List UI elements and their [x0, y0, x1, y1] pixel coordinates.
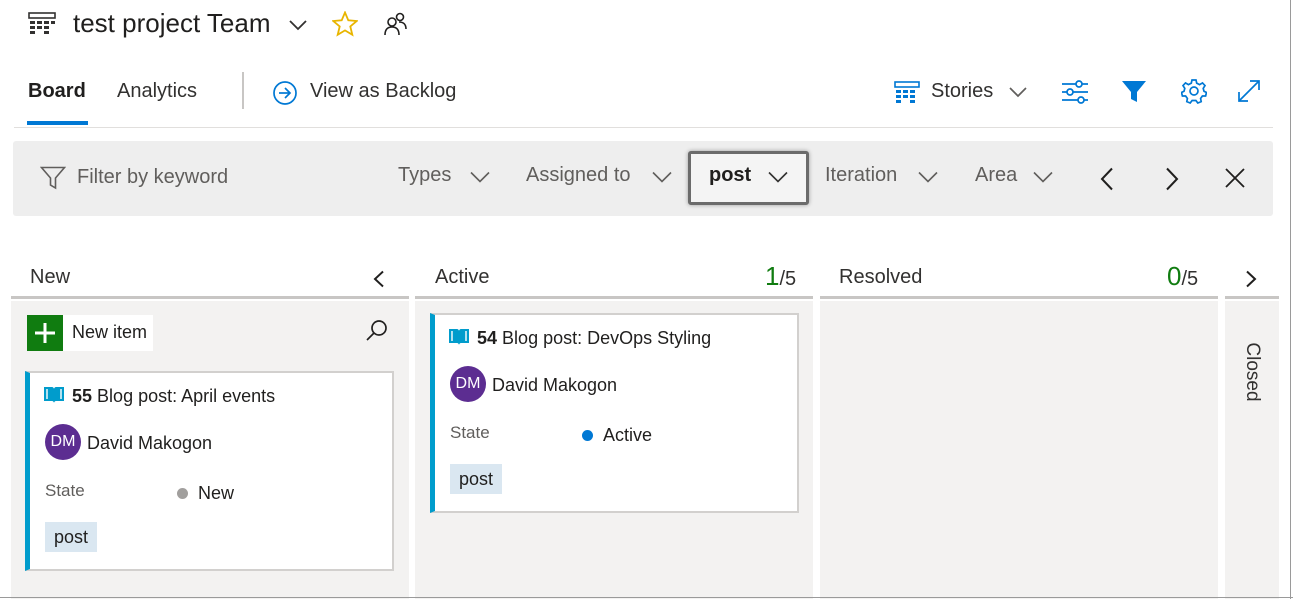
column-header-new: New — [30, 266, 71, 288]
filter-assigned-to-dropdown[interactable]: Assigned to — [526, 164, 631, 187]
avatar: DM — [450, 366, 486, 402]
card-id: 54 — [477, 328, 498, 348]
state-field-label: State — [450, 423, 490, 442]
team-members-icon[interactable] — [383, 11, 409, 37]
column-rule-resolved — [820, 296, 1218, 299]
resolved-wip-count: 0/5 — [1167, 261, 1198, 292]
board-grid-icon — [28, 12, 56, 34]
filter-keyword-input[interactable]: Filter by keyword — [77, 166, 228, 189]
frame-border-right — [1290, 0, 1291, 599]
active-wip-count: 1/5 — [765, 261, 796, 292]
tab-divider — [242, 72, 244, 109]
active-count: 1 — [765, 261, 780, 291]
filter-icon[interactable] — [1121, 80, 1147, 104]
team-title[interactable]: test project Team — [73, 8, 271, 39]
iteration-chevron-down-icon[interactable] — [918, 171, 938, 183]
card-title-text: Blog post: April events — [97, 386, 276, 406]
tab-selected-indicator — [27, 121, 88, 125]
filter-scroll-left-icon[interactable] — [1100, 167, 1114, 191]
tag-badge: post — [45, 522, 98, 552]
tab-analytics[interactable]: Analytics — [117, 80, 197, 103]
card-id: 55 — [72, 386, 93, 406]
column-body-resolved — [820, 301, 1218, 599]
view-as-backlog-label[interactable]: View as Backlog — [310, 80, 456, 103]
column-rule-new — [11, 296, 409, 299]
frame-border-bottom — [0, 597, 1293, 598]
filter-iteration-dropdown[interactable]: Iteration — [825, 164, 897, 187]
column-rule-active — [415, 296, 813, 299]
team-chevron-down-icon[interactable] — [289, 19, 307, 31]
filter-close-icon[interactable] — [1225, 168, 1245, 188]
expand-column-chevron-right-icon[interactable] — [1245, 270, 1257, 288]
tag-badge: post — [450, 464, 503, 494]
card-assignee[interactable]: David Makogon — [492, 375, 617, 396]
column-header-resolved: Resolved — [839, 266, 923, 288]
card-title[interactable]: 54 Blog post: DevOps Styling — [477, 328, 711, 349]
state-field-label: State — [45, 481, 85, 500]
navigate-circle-icon — [272, 80, 298, 106]
star-icon[interactable] — [332, 11, 358, 37]
backlog-level-board-icon — [894, 81, 920, 103]
card-assignee[interactable]: David Makogon — [87, 433, 212, 454]
header-divider — [14, 127, 1273, 128]
state-field-value[interactable]: Active — [603, 425, 652, 446]
column-header-active: Active — [435, 266, 490, 288]
filter-funnel-icon — [40, 166, 66, 190]
user-story-book-icon — [43, 386, 65, 404]
filter-area-dropdown[interactable]: Area — [975, 164, 1017, 187]
tags-chevron-down-icon[interactable] — [768, 171, 788, 183]
filter-types-dropdown[interactable]: Types — [398, 164, 451, 187]
gear-icon[interactable] — [1181, 78, 1207, 104]
state-dot-icon — [582, 430, 593, 441]
new-item-label[interactable]: New item — [72, 322, 147, 343]
active-limit: /5 — [779, 268, 797, 290]
backlog-level-dropdown[interactable]: Stories — [931, 80, 993, 103]
column-rule-closed — [1225, 296, 1279, 299]
state-field-value[interactable]: New — [198, 483, 234, 504]
user-story-book-icon — [448, 328, 470, 346]
resolved-limit: /5 — [1181, 268, 1199, 290]
backlog-level-chevron-down-icon[interactable] — [1009, 86, 1027, 98]
card-title-text: Blog post: DevOps Styling — [502, 328, 712, 348]
tab-board[interactable]: Board — [28, 80, 86, 103]
settings-sliders-icon[interactable] — [1061, 79, 1089, 105]
avatar: DM — [45, 424, 81, 460]
area-chevron-down-icon[interactable] — [1033, 171, 1053, 183]
collapse-column-chevron-left-icon[interactable] — [373, 270, 385, 288]
filter-scroll-right-icon[interactable] — [1165, 167, 1179, 191]
state-dot-icon — [177, 488, 188, 499]
types-chevron-down-icon[interactable] — [470, 171, 490, 183]
plus-icon[interactable] — [27, 315, 63, 351]
assigned-to-chevron-down-icon[interactable] — [652, 171, 672, 183]
search-icon[interactable] — [365, 318, 389, 342]
resolved-count: 0 — [1167, 261, 1182, 291]
card-title[interactable]: 55 Blog post: April events — [72, 386, 275, 407]
filter-tags-value[interactable]: post — [709, 164, 751, 187]
column-header-closed[interactable]: Closed — [1241, 342, 1263, 401]
expand-icon[interactable] — [1237, 79, 1261, 103]
